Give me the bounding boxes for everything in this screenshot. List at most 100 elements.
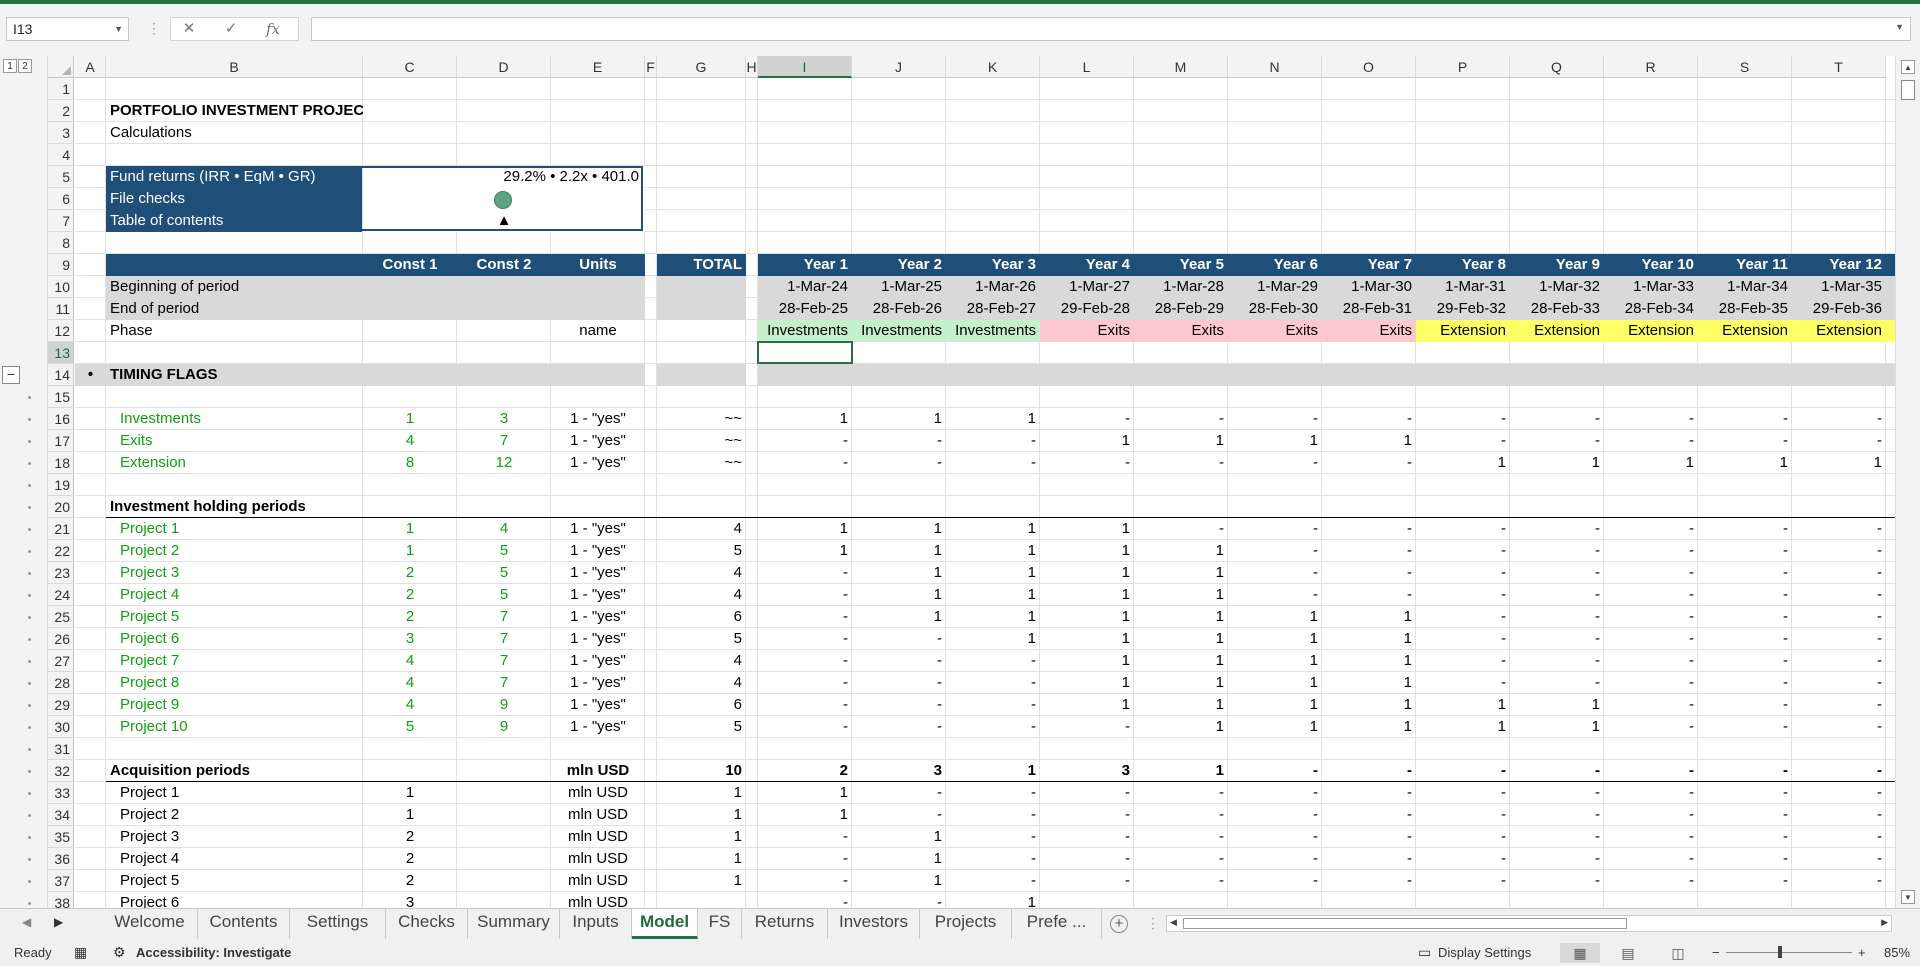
select-all-corner[interactable] [48, 56, 74, 78]
row-header-11[interactable]: 11 [48, 298, 74, 320]
row-header-17[interactable]: 17 [48, 430, 74, 452]
column-header-l[interactable]: L [1040, 56, 1134, 78]
outline-level-1-button[interactable]: 1 [3, 59, 17, 73]
column-header-o[interactable]: O [1322, 56, 1416, 78]
row-header-25[interactable]: 25 [48, 606, 74, 628]
row-header-35[interactable]: 35 [48, 826, 74, 848]
outline-level-2-button[interactable]: 2 [18, 59, 32, 73]
row-header-8[interactable]: 8 [48, 232, 74, 254]
row-header-5[interactable]: 5 [48, 166, 74, 188]
tab-fs[interactable]: FS [698, 909, 742, 939]
tab-inputs[interactable]: Inputs [560, 909, 632, 939]
tab-returns[interactable]: Returns [742, 909, 828, 939]
spreadsheet-grid[interactable]: 1 2 − A B C D E F G H I J K L M N O P Q R S T 1 2 3 4 5 6 7 8 9 10 11 1… [0, 56, 1920, 908]
vertical-scrollbar[interactable]: ▲ ▼ [1895, 56, 1920, 908]
row-header-30[interactable]: 30 [48, 716, 74, 738]
horizontal-scroll-thumb[interactable] [1183, 918, 1627, 929]
row-header-29[interactable]: 29 [48, 694, 74, 716]
scroll-down-icon[interactable]: ▼ [1901, 890, 1915, 904]
row-header-28[interactable]: 28 [48, 672, 74, 694]
column-header-s[interactable]: S [1698, 56, 1792, 78]
column-header-n[interactable]: N [1228, 56, 1322, 78]
row-header-20[interactable]: 20 [48, 496, 74, 518]
accessibility-icon[interactable]: ⚙ [113, 939, 126, 966]
zoom-in-button[interactable]: + [1858, 939, 1866, 966]
row-header-14[interactable]: 14 [48, 364, 74, 386]
tab-prev-icon[interactable]: ◀ [22, 915, 31, 929]
zoom-out-button[interactable]: − [1712, 939, 1720, 966]
scroll-up-icon[interactable]: ▲ [1901, 60, 1915, 74]
column-header-f[interactable]: F [645, 56, 657, 78]
tab-split-icon[interactable]: ⋮ [1146, 915, 1160, 932]
display-settings-icon[interactable]: ▭ [1418, 939, 1431, 966]
column-header-a[interactable]: A [75, 56, 106, 78]
column-header-h[interactable]: H [746, 56, 758, 78]
tab-model[interactable]: Model [632, 909, 698, 939]
cancel-icon[interactable]: ✕ [171, 18, 207, 40]
row-header-7[interactable]: 7 [48, 210, 74, 232]
row-header-4[interactable]: 4 [48, 144, 74, 166]
column-header-m[interactable]: M [1134, 56, 1228, 78]
tab-prefe[interactable]: Prefe ... [1012, 909, 1102, 939]
column-header-i[interactable]: I [758, 56, 852, 78]
name-box[interactable]: I13 ▼ [6, 17, 129, 41]
tab-contents[interactable]: Contents [198, 909, 290, 939]
row-header-13[interactable]: 13 [48, 342, 74, 364]
tab-summary[interactable]: Summary [468, 909, 560, 939]
page-layout-icon[interactable]: ▤ [1608, 943, 1648, 963]
row-header-33[interactable]: 33 [48, 782, 74, 804]
function-icon[interactable]: fx [255, 18, 291, 40]
row-header-37[interactable]: 37 [48, 870, 74, 892]
add-sheet-icon[interactable]: + [1110, 915, 1128, 933]
row-header-1[interactable]: 1 [48, 78, 74, 100]
tab-investors[interactable]: Investors [828, 909, 920, 939]
row-header-32[interactable]: 32 [48, 760, 74, 782]
tab-checks[interactable]: Checks [386, 909, 468, 939]
row-header-31[interactable]: 31 [48, 738, 74, 760]
scroll-left-icon[interactable]: ◀ [1170, 917, 1177, 928]
row-header-38[interactable]: 38 [48, 892, 74, 908]
more-options-icon[interactable]: ⋮ [147, 20, 161, 37]
accessibility-status[interactable]: Accessibility: Investigate [136, 939, 291, 966]
column-header-p[interactable]: P [1416, 56, 1510, 78]
column-header-e[interactable]: E [551, 56, 645, 78]
row-header-2[interactable]: 2 [48, 100, 74, 122]
zoom-slider[interactable] [1726, 952, 1852, 953]
selected-cell[interactable] [757, 341, 853, 364]
column-header-q[interactable]: Q [1510, 56, 1604, 78]
row-header-6[interactable]: 6 [48, 188, 74, 210]
row-header-12[interactable]: 12 [48, 320, 74, 342]
column-header-c[interactable]: C [363, 56, 457, 78]
horizontal-scrollbar[interactable]: ◀ ▶ [1166, 915, 1892, 932]
row-header-10[interactable]: 10 [48, 276, 74, 298]
column-header-r[interactable]: R [1604, 56, 1698, 78]
row-header-9[interactable]: 9 [48, 254, 74, 276]
row-header-21[interactable]: 21 [48, 518, 74, 540]
scroll-right-icon[interactable]: ▶ [1881, 917, 1888, 928]
zoom-slider-thumb[interactable] [1778, 946, 1782, 958]
tab-settings[interactable]: Settings [290, 909, 386, 939]
zoom-level[interactable]: 85% [1884, 939, 1910, 966]
column-header-k[interactable]: K [946, 56, 1040, 78]
row-header-26[interactable]: 26 [48, 628, 74, 650]
chevron-down-icon[interactable]: ▼ [114, 18, 123, 40]
collapse-group-icon[interactable]: − [2, 366, 20, 384]
tab-next-icon[interactable]: ▶ [54, 915, 63, 929]
row-header-3[interactable]: 3 [48, 122, 74, 144]
row-header-36[interactable]: 36 [48, 848, 74, 870]
macro-record-icon[interactable]: ▦ [74, 939, 87, 966]
row-header-22[interactable]: 22 [48, 540, 74, 562]
column-header-d[interactable]: D [457, 56, 551, 78]
row-header-27[interactable]: 27 [48, 650, 74, 672]
page-break-preview-icon[interactable]: ◫ [1658, 943, 1698, 963]
enter-icon[interactable]: ✓ [213, 18, 249, 40]
tab-projects[interactable]: Projects [920, 909, 1012, 939]
row-header-18[interactable]: 18 [48, 452, 74, 474]
row-header-34[interactable]: 34 [48, 804, 74, 826]
row-header-16[interactable]: 16 [48, 408, 74, 430]
expand-formula-icon[interactable]: ▼ [1895, 22, 1904, 32]
display-settings-button[interactable]: Display Settings [1438, 939, 1531, 966]
row-header-23[interactable]: 23 [48, 562, 74, 584]
tab-welcome[interactable]: Welcome [102, 909, 198, 939]
row-header-19[interactable]: 19 [48, 474, 74, 496]
